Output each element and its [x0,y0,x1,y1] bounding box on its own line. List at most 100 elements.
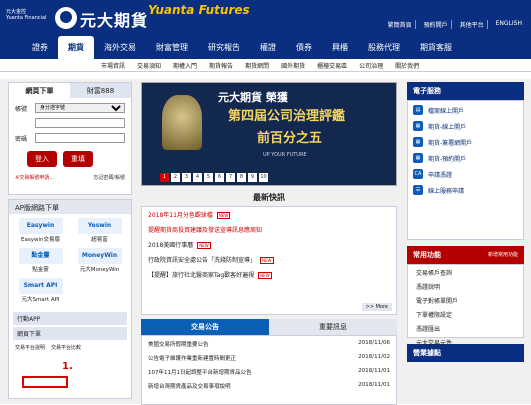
subnav-item[interactable]: 櫃檯交易區 [311,59,353,71]
nav-item[interactable]: 證券 [22,36,58,59]
banner-page[interactable]: 2 [171,173,180,182]
app-tile-yeswin[interactable]: Yeswin 超易富 [72,218,127,246]
form-icon: ▤ [413,105,423,115]
announce-item[interactable]: 新增台灣期貨產品及交易事項說明 2018/11/01 [148,382,390,390]
banner-page[interactable]: 1 [160,173,169,182]
banner-page[interactable]: 3 [182,173,191,182]
nav-item[interactable]: 興櫃 [322,36,358,59]
easywin-logo-icon: Easywin [18,218,63,234]
banner-headline: 第四屆公司治理評鑑 [228,109,346,124]
login-button[interactable]: 登入 [27,151,57,167]
nav-item[interactable]: 股務代理 [358,36,410,59]
top-links: 繁簡首頁 預約開戶 其他平台 ENGLISH [385,20,525,29]
top-link[interactable]: 其他平台 [457,20,488,29]
sub-nav: 市場資訊 交易須知 期權入門 期貨報告 期貨網問 國外期貨 櫃檯交易區 公司治理… [0,59,531,72]
announce-item[interactable]: 美國交易所假期重要公告 2018/11/06 [148,340,390,348]
nav-item[interactable]: 海外交易 [94,36,146,59]
tab-important-notice[interactable]: 重要訊息 [269,319,397,335]
news-list: 2018年11月分色觀球檔 NEW 提醒期貨商投資建議及發送宣導訊息應周知 201… [141,206,397,315]
brand-logo-icon[interactable] [55,7,77,29]
news-item[interactable]: 行政院資訊安全處公告「洗錢防制宣導」 NEW [148,255,390,264]
service-item[interactable]: ▦ 期貨-簽署網開戶 [413,137,518,147]
subnav-item[interactable]: 期貨報告 [203,59,239,71]
subnav-item[interactable]: 國外期貨 [275,59,311,71]
center-column: 元大期貨 榮獲 第四屆公司治理評鑑 前百分之五 UP YOUR FUTURE 1… [141,82,397,405]
nav-item[interactable]: 期貨客服 [410,36,462,59]
common-item[interactable]: 憑證匯出 [416,324,515,333]
common-item[interactable]: 憑證說明 [416,282,515,291]
tab-web-order[interactable]: 網頁下單 [9,83,70,98]
apply-link[interactable]: ※交易帳號申請... [15,174,54,181]
banner-subheadline: 前百分之五 [257,131,323,146]
common-item[interactable]: 電子對帳單開戶 [416,296,515,305]
doc-icon: ▦ [413,137,423,147]
news-item[interactable]: 2018年11月分色觀球檔 NEW [148,210,390,219]
nav-item-active[interactable]: 期貨 [58,36,94,59]
tab-wealth888[interactable]: 財富888 [70,83,131,98]
web-order-section[interactable]: 網頁下單 [13,327,127,340]
app-tile-smartapi[interactable]: Smart API 元大Smart API [13,278,68,306]
news-item[interactable]: 2018美國行事曆 NEW [148,240,390,249]
service-item[interactable]: ▦ 期貨-線上開戶 [413,121,518,131]
service-item[interactable]: ▦ 期貨-預約開戶 [413,153,518,163]
nav-item[interactable]: 債券 [286,36,322,59]
tab-trading-announcement[interactable]: 交易公告 [141,319,269,335]
add-common-function-link[interactable]: 新增常用功能 [488,250,518,260]
financial-logo[interactable]: 元大金控 Yuanta Financial [6,9,46,21]
banner-page[interactable]: 8 [237,173,246,182]
account-row [15,118,125,128]
brand-name[interactable]: 元大期貨 [80,7,148,31]
banner-page[interactable]: 5 [204,173,213,182]
app-tile-easywin[interactable]: Easywin Easywin交易版 [13,218,68,246]
platform-compare-link[interactable]: 交易平台比較 [51,344,81,351]
banner-pagination: 1 2 3 4 5 6 7 8 9 10 [160,173,268,182]
top-link[interactable]: 預約開戶 [421,20,452,29]
more-button[interactable]: >> More [361,303,392,311]
platform-guide-link[interactable]: 交易平台說明 [15,344,45,351]
common-item[interactable]: 交易帳戶查詢 [416,268,515,277]
reset-button[interactable]: 重填 [63,151,93,167]
new-badge: NEW [216,212,231,219]
subnav-item[interactable]: 期貨網問 [239,59,275,71]
subnav-item[interactable]: 市場資訊 [95,59,131,71]
service-item[interactable]: CA 申請憑證 [413,169,518,179]
mobile-app-section[interactable]: 行動APP [13,312,127,325]
account-input[interactable] [35,118,125,128]
platform-links: 交易平台說明 交易平台比較 [15,344,125,351]
app-tile-moneywin[interactable]: MoneyWin 元大MoneyWin [72,248,127,276]
service-item[interactable]: ☰ 線上服務申請 [413,185,518,195]
common-functions-header: 常用功能 新增常用功能 [407,246,524,264]
subnav-item[interactable]: 期權入門 [167,59,203,71]
top-link[interactable]: ENGLISH [493,20,525,29]
banner-page[interactable]: 10 [259,173,268,182]
nav-item[interactable]: 財富管理 [146,36,198,59]
subnav-item[interactable]: 關於我們 [389,59,425,71]
forgot-password-link[interactable]: 忘記密碼/帳號 [93,174,125,181]
banner-page[interactable]: 7 [226,173,235,182]
announce-item[interactable]: 107年11月1日起調整平台新增期貨品公告 2018/11/01 [148,368,390,376]
news-item[interactable]: 提醒期貨商投資建議及發送宣導訊息應周知 [148,225,390,234]
subnav-item[interactable]: 交易須知 [131,59,167,71]
nav-item[interactable]: 權證 [250,36,286,59]
banner-page[interactable]: 9 [248,173,257,182]
e-service-title: 電子服務 [407,82,524,100]
common-functions: 常用功能 新增常用功能 交易帳戶查詢 憑證說明 電子對帳單開戶 下單權限設定 憑… [407,246,524,347]
announce-item[interactable]: 公告電子維護作業重新建置時間更正 2018/11/02 [148,354,390,362]
id-type-select[interactable]: 身分證字號 [35,103,125,113]
app-tile-dianjinling[interactable]: 點金靈 點金靈 [13,248,68,276]
main-nav: 證券 期貨 海外交易 財富管理 研究報告 權證 債券 興櫃 股務代理 期貨客服 [0,36,531,59]
service-item[interactable]: ▤ 檔案線上開戶 [413,105,518,115]
news-item[interactable]: 【提醒】旅行社北醫商家Tag歡客好遍視 NEW [148,270,390,279]
e-service-list: ▤ 檔案線上開戶 ▦ 期貨-線上開戶 ▦ 期貨-簽署網開戶 ▦ 期貨-預約開戶 CA 申請… [407,100,524,240]
subnav-item[interactable]: 公司治理 [353,59,389,71]
promo-banner[interactable]: 元大期貨 榮獲 第四屆公司治理評鑑 前百分之五 UP YOUR FUTURE 1… [141,82,397,186]
new-badge: NEW [258,272,272,279]
nav-item[interactable]: 研究報告 [198,36,250,59]
password-input[interactable] [35,133,125,143]
banner-slogan: UP YOUR FUTURE [263,152,307,158]
top-link[interactable]: 繁簡首頁 [385,20,416,29]
banner-page[interactable]: 4 [193,173,202,182]
common-item[interactable]: 下單權限設定 [416,310,515,319]
banner-page[interactable]: 6 [215,173,224,182]
top-header: 元大金控 Yuanta Financial 元大期貨 Yuanta Future… [0,0,531,36]
